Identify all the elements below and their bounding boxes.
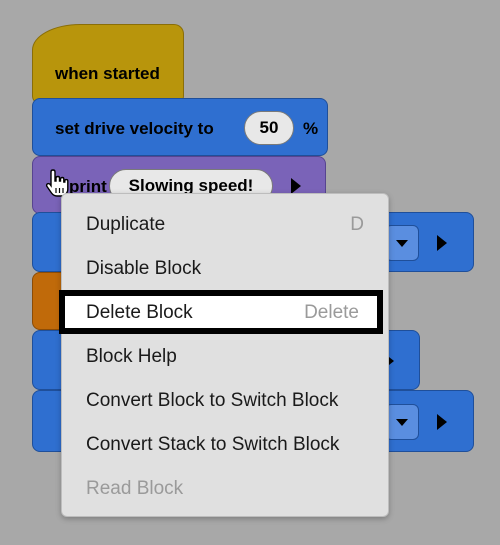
context-menu: Duplicate D Disable Block Delete Block D… xyxy=(59,193,389,517)
menu-item-disable-block[interactable]: Disable Block xyxy=(62,246,388,290)
menu-item-label: Read Block xyxy=(86,478,184,499)
velocity-unit-label: % xyxy=(303,119,319,138)
menu-item-label: Disable Block xyxy=(86,258,202,279)
menu-item-label: Convert Stack to Switch Block xyxy=(86,434,340,455)
menu-item-label: Delete Block xyxy=(86,302,193,323)
menu-item-label: Convert Block to Switch Block xyxy=(86,390,339,411)
when-started-label: when started xyxy=(55,64,160,83)
menu-item-label: Duplicate xyxy=(86,214,166,235)
play-arrow-icon[interactable] xyxy=(429,405,455,439)
velocity-value-input[interactable]: 50 xyxy=(244,111,294,145)
menu-item-shortcut: D xyxy=(350,214,364,235)
set-velocity-label: set drive velocity to xyxy=(55,119,214,138)
menu-item-shortcut: Delete xyxy=(304,302,359,323)
dropdown-arrow-icon[interactable] xyxy=(385,225,419,261)
menu-item-convert-block[interactable]: Convert Block to Switch Block xyxy=(62,378,388,422)
dropdown-arrow-icon[interactable] xyxy=(385,404,419,440)
set-drive-velocity-block[interactable]: set drive velocity to 50 % xyxy=(32,98,328,156)
menu-item-block-help[interactable]: Block Help xyxy=(62,334,388,378)
menu-item-delete-block[interactable]: Delete Block Delete xyxy=(59,290,383,334)
when-started-block[interactable]: when started xyxy=(32,24,184,113)
menu-item-read-block: Read Block xyxy=(62,466,388,510)
menu-item-label: Block Help xyxy=(86,346,177,367)
menu-item-convert-stack[interactable]: Convert Stack to Switch Block xyxy=(62,422,388,466)
menu-item-duplicate[interactable]: Duplicate D xyxy=(62,202,388,246)
play-arrow-icon[interactable] xyxy=(429,226,455,260)
